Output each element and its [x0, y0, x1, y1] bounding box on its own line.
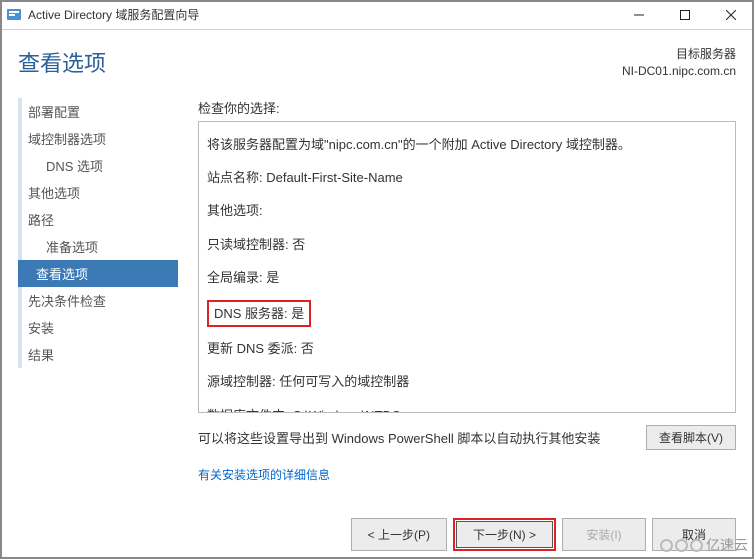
review-line: 全局编录: 是 — [207, 261, 727, 294]
view-script-button[interactable]: 查看脚本(V) — [646, 425, 736, 450]
target-label: 目标服务器 — [622, 46, 736, 63]
content-pane: 检查你的选择: 将该服务器配置为域"nipc.com.cn"的一个附加 Acti… — [198, 98, 736, 483]
previous-button[interactable]: < 上一步(P) — [351, 518, 447, 551]
close-button[interactable] — [708, 0, 754, 29]
sidebar-item-5[interactable]: 准备选项 — [18, 233, 178, 260]
page-title: 查看选项 — [18, 46, 106, 78]
sidebar-item-9[interactable]: 结果 — [18, 341, 178, 368]
cancel-button[interactable]: 取消 — [652, 518, 736, 551]
wizard-footer: < 上一步(P) 下一步(N) > 安装(I) 取消 — [351, 518, 736, 551]
export-hint: 可以将这些设置导出到 Windows PowerShell 脚本以自动执行其他安… — [198, 428, 646, 447]
review-line: 源域控制器: 任何可写入的域控制器 — [207, 365, 727, 398]
review-line: 数据库文件夹: C:\Windows\NTDS — [207, 399, 727, 413]
review-selections-box[interactable]: 将该服务器配置为域"nipc.com.cn"的一个附加 Active Direc… — [198, 121, 736, 413]
review-line: 其他选项: — [207, 194, 727, 227]
target-server-box: 目标服务器 NI-DC01.nipc.com.cn — [622, 46, 736, 80]
maximize-button[interactable] — [662, 0, 708, 29]
sidebar-item-1[interactable]: 域控制器选项 — [18, 125, 178, 152]
sidebar-item-3[interactable]: 其他选项 — [18, 179, 178, 206]
minimize-button[interactable] — [616, 0, 662, 29]
next-button[interactable]: 下一步(N) > — [456, 521, 553, 548]
app-icon — [6, 7, 22, 23]
install-button: 安装(I) — [562, 518, 646, 551]
more-info-link[interactable]: 有关安装选项的详细信息 — [198, 468, 330, 482]
check-your-selections-label: 检查你的选择: — [198, 98, 736, 117]
more-info-row: 有关安装选项的详细信息 — [198, 466, 736, 483]
review-line: 只读域控制器: 否 — [207, 228, 727, 261]
sidebar-item-6[interactable]: 查看选项 — [18, 260, 178, 287]
window-titlebar: Active Directory 域服务配置向导 — [0, 0, 754, 30]
review-line: 站点名称: Default-First-Site-Name — [207, 161, 727, 194]
header: 查看选项 目标服务器 NI-DC01.nipc.com.cn — [0, 30, 754, 80]
sidebar-item-0[interactable]: 部署配置 — [18, 98, 178, 125]
sidebar-item-4[interactable]: 路径 — [18, 206, 178, 233]
target-server-name: NI-DC01.nipc.com.cn — [622, 63, 736, 80]
review-line: 更新 DNS 委派: 否 — [207, 332, 727, 365]
review-line: 将该服务器配置为域"nipc.com.cn"的一个附加 Active Direc… — [207, 128, 727, 161]
window-title: Active Directory 域服务配置向导 — [28, 6, 616, 23]
sidebar-item-8[interactable]: 安装 — [18, 314, 178, 341]
export-row: 可以将这些设置导出到 Windows PowerShell 脚本以自动执行其他安… — [198, 425, 736, 450]
sidebar-item-7[interactable]: 先决条件检查 — [18, 287, 178, 314]
sidebar-item-2[interactable]: DNS 选项 — [18, 152, 178, 179]
next-button-highlight: 下一步(N) > — [453, 518, 556, 551]
wizard-sidebar: 部署配置域控制器选项DNS 选项其他选项路径准备选项查看选项先决条件检查安装结果 — [18, 98, 178, 483]
window-controls — [616, 0, 754, 29]
dns-server-highlight: DNS 服务器: 是 — [207, 300, 311, 327]
body: 部署配置域控制器选项DNS 选项其他选项路径准备选项查看选项先决条件检查安装结果… — [0, 80, 754, 483]
review-line-dns: DNS 服务器: 是 — [207, 295, 727, 332]
